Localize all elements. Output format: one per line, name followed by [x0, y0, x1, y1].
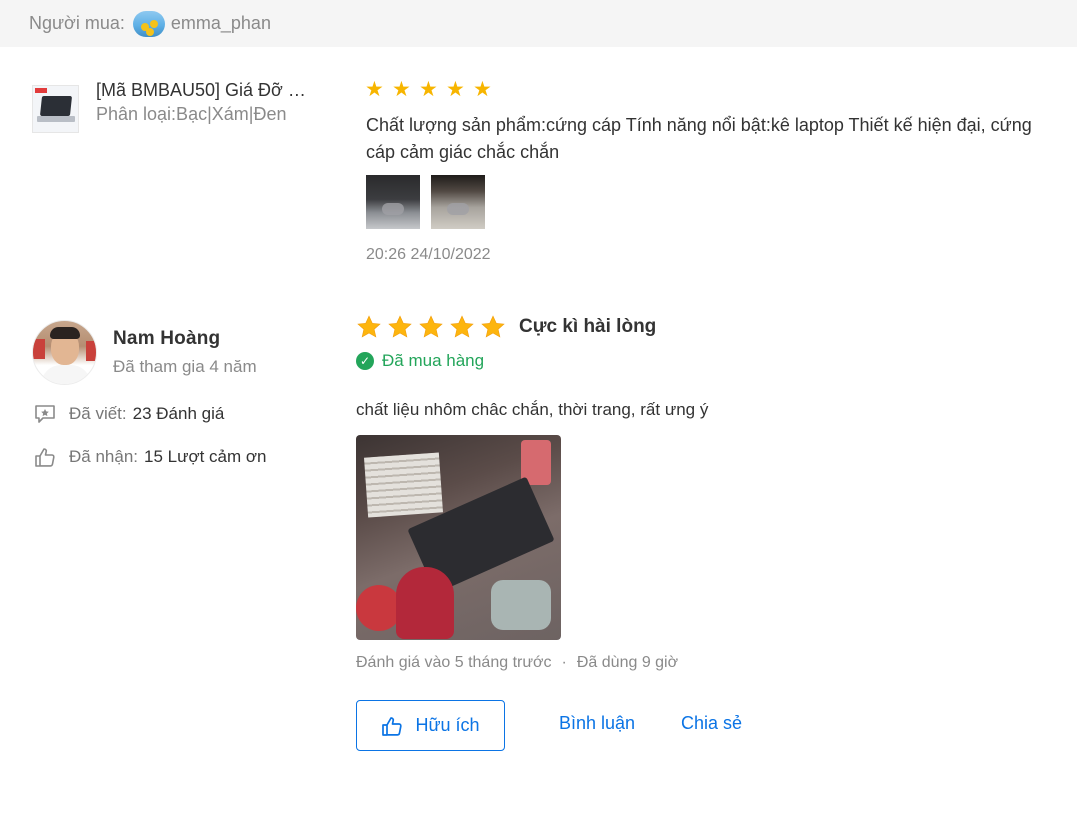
- purchased-label: Đã mua hàng: [382, 351, 485, 370]
- written-value: 23 Đánh giá: [132, 404, 225, 423]
- star-icon: [481, 315, 505, 338]
- review1-rating-stars: ★ ★ ★ ★ ★: [365, 78, 493, 101]
- star-icon: ★: [392, 78, 411, 101]
- star-icon: ★: [446, 78, 465, 101]
- star-icon: [357, 315, 381, 338]
- received-value: 15 Lượt cảm ơn: [144, 447, 267, 466]
- star-icon: [450, 315, 474, 338]
- received-label: Đã nhận:: [69, 447, 138, 466]
- user-joined: Đã tham gia 4 năm: [113, 357, 257, 376]
- buyer-username[interactable]: emma_phan: [171, 13, 271, 34]
- product-variant: Phân loại:Bạc|Xám|Đen: [96, 104, 287, 124]
- separator-dot: ·: [561, 654, 567, 671]
- buyer-bar: Người mua: emma_phan: [0, 0, 1077, 47]
- star-icon: ★: [473, 78, 492, 101]
- user-stat-written: Đã viết: 23 Đánh giá: [34, 403, 224, 425]
- review-photo-thumbnail[interactable]: [431, 175, 485, 229]
- buyer-avatar[interactable]: [132, 10, 165, 37]
- thumbs-up-icon: [34, 446, 56, 468]
- review1-photos: [366, 175, 485, 229]
- helpful-label: Hữu ích: [415, 715, 480, 735]
- helpful-button[interactable]: Hữu ích: [356, 700, 505, 751]
- flower-icon: [145, 27, 154, 36]
- thumbs-up-icon: [381, 715, 403, 737]
- review2-meta: Đánh giá vào 5 tháng trước · Đã dùng 9 g…: [356, 654, 678, 672]
- purchased-badge: ✓ Đã mua hàng: [356, 351, 484, 371]
- review-photo[interactable]: [356, 435, 561, 640]
- user-name: Nam Hoàng: [113, 328, 221, 349]
- review2-text: chất liệu nhôm châc chắn, thời trang, rấ…: [356, 400, 709, 419]
- product-thumbnail[interactable]: [32, 85, 79, 133]
- star-icon: ★: [365, 78, 384, 101]
- review1-timestamp: 20:26 24/10/2022: [366, 246, 491, 263]
- check-circle-icon: ✓: [356, 352, 374, 370]
- star-icon: [419, 315, 443, 338]
- review2-rating-stars: [356, 314, 506, 340]
- star-icon: [388, 315, 412, 338]
- review2-title: Cực kì hài lòng: [519, 316, 657, 337]
- comment-star-icon: [34, 403, 56, 425]
- used-for: Đã dùng 9 giờ: [576, 654, 679, 671]
- user-stat-received: Đã nhận: 15 Lượt cảm ơn: [34, 446, 267, 468]
- written-label: Đã viết:: [69, 404, 127, 423]
- product-name[interactable]: [Mã BMBAU50] Giá Đỡ Laptop: [96, 80, 306, 101]
- comment-button[interactable]: Bình luận: [559, 713, 635, 734]
- buyer-label: Người mua:: [29, 13, 125, 33]
- star-icon: ★: [419, 78, 438, 101]
- user-avatar: [32, 320, 97, 385]
- reviewed-ago: Đánh giá vào 5 tháng trước: [356, 654, 552, 671]
- share-button[interactable]: Chia sẻ: [681, 713, 742, 734]
- flower-icon: [149, 19, 158, 28]
- review1-text: Chất lượng sản phẩm:cứng cáp Tính năng n…: [366, 115, 1032, 162]
- review-photo-thumbnail[interactable]: [366, 175, 420, 229]
